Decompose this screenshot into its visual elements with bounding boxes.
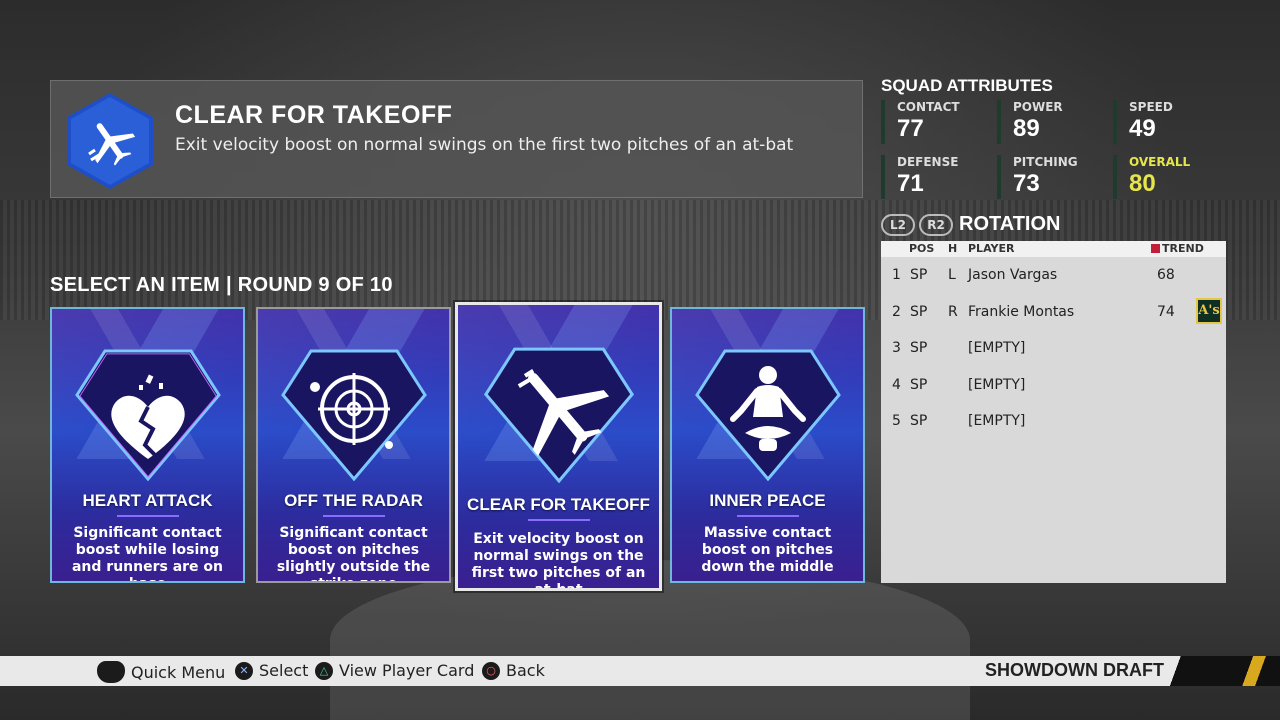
mode-label: SHOWDOWN DRAFT (985, 660, 1164, 680)
header-pos: POS (909, 242, 935, 255)
touchpad-icon (97, 661, 125, 683)
row-player: Frankie Montas (968, 303, 1075, 320)
attr-label: CONTACT (897, 100, 960, 114)
back-hint[interactable]: ○ Back (482, 661, 545, 680)
attr-value: 77 (897, 115, 924, 142)
card-description: Significant contact boost while losing a… (71, 525, 224, 581)
table-row[interactable]: 2 SP R Frankie Montas 74 A's (881, 294, 1226, 331)
table-row[interactable]: 1 SP L Jason Vargas 68 (881, 257, 1226, 294)
trend-flag-icon (1151, 244, 1160, 253)
attr-contact: CONTACT 77 (881, 100, 991, 144)
attr-value: 89 (1013, 115, 1040, 142)
airplane-icon (483, 347, 634, 483)
item-card-inner-peace[interactable]: INNER PEACE Massive contact boost on pit… (670, 307, 865, 583)
row-trend: 68 (1157, 267, 1175, 283)
item-card-heart-attack[interactable]: HEART ATTACK Significant contact boost w… (50, 307, 245, 583)
triangle-button-icon: △ (315, 661, 333, 680)
select-item-title: SELECT AN ITEM | ROUND 9 OF 10 (50, 274, 393, 296)
card-title: HEART ATTACK (82, 491, 213, 510)
quick-menu-label: Quick Menu (131, 662, 226, 682)
table-row[interactable]: 4 SP [EMPTY] (881, 367, 1226, 404)
item-card-clear-for-takeoff[interactable]: CLEAR FOR TAKEOFF Exit velocity boost on… (455, 302, 662, 591)
banner-title: CLEAR FOR TAKEOFF (175, 101, 453, 129)
rotation-table: POS H PLAYER TREND 1 SP L Jason Vargas 6… (881, 241, 1226, 583)
attr-label: POWER (1013, 100, 1063, 114)
row-number: 5 (892, 413, 901, 430)
header-player: PLAYER (968, 242, 1015, 255)
row-trend: 74 (1157, 303, 1175, 320)
row-player: Jason Vargas (968, 267, 1058, 283)
select-hint[interactable]: ✕ Select (235, 661, 308, 680)
row-number: 1 (892, 267, 901, 283)
row-hand: R (948, 303, 958, 320)
header-hand: H (948, 242, 958, 255)
row-pos: SP (910, 340, 928, 357)
attr-label: DEFENSE (897, 155, 959, 169)
row-number: 4 (892, 376, 901, 393)
row-pos: SP (910, 303, 928, 320)
card-divider (116, 515, 179, 517)
squad-attributes-title: SQUAD ATTRIBUTES (881, 76, 1053, 95)
view-player-card-hint[interactable]: △ View Player Card (315, 661, 474, 680)
athletics-logo-icon: A's (1196, 297, 1222, 324)
banner-description: Exit velocity boost on normal swings on … (175, 135, 794, 155)
attr-defense: DEFENSE 71 (881, 155, 991, 199)
card-divider (736, 515, 799, 517)
card-description: Exit velocity boost on normal swings on … (471, 531, 646, 591)
attr-pitching: PITCHING 73 (997, 155, 1107, 199)
select-label: Select (259, 661, 309, 680)
card-title: INNER PEACE (709, 491, 826, 510)
row-hand: L (948, 267, 956, 283)
view-player-card-label: View Player Card (339, 661, 475, 680)
meditation-icon (694, 349, 841, 481)
card-title: CLEAR FOR TAKEOFF (467, 495, 650, 514)
cross-button-icon: ✕ (235, 661, 253, 680)
airplane-icon (67, 93, 153, 189)
radar-target-icon (280, 349, 427, 481)
attr-speed: SPEED 49 (1113, 100, 1223, 144)
attr-value: 73 (1013, 170, 1040, 197)
circle-button-icon: ○ (482, 661, 500, 680)
attr-value: 71 (897, 170, 924, 197)
table-row[interactable]: 5 SP [EMPTY] (881, 403, 1226, 440)
attr-value: 80 (1129, 170, 1156, 197)
r2-button[interactable]: R2 (919, 214, 953, 236)
row-player: [EMPTY] (968, 340, 1026, 357)
card-description: Massive contact boost on pitches down th… (701, 525, 834, 575)
card-description: Significant contact boost on pitches sli… (276, 525, 431, 581)
back-label: Back (506, 661, 545, 680)
attr-label: OVERALL (1129, 155, 1191, 169)
rotation-title: ROTATION (959, 213, 1061, 235)
quick-menu-hint[interactable]: Quick Menu (97, 661, 225, 683)
card-divider (322, 515, 385, 517)
row-pos: SP (910, 413, 928, 430)
item-card-off-the-radar[interactable]: OFF THE RADAR Significant contact boost … (256, 307, 451, 583)
broken-heart-icon (74, 349, 221, 481)
decorative-stripe (1168, 656, 1280, 686)
row-player: [EMPTY] (968, 376, 1026, 393)
header-trend: TREND (1162, 242, 1204, 255)
selected-item-banner: CLEAR FOR TAKEOFF Exit velocity boost on… (50, 80, 863, 198)
bottom-action-bar: Quick Menu ✕ Select △ View Player Card ○… (0, 656, 1280, 686)
card-title: OFF THE RADAR (284, 491, 423, 510)
row-number: 3 (892, 340, 901, 357)
l2-button[interactable]: L2 (881, 214, 915, 236)
attr-label: PITCHING (1013, 155, 1078, 169)
card-divider (527, 519, 590, 521)
table-header: POS H PLAYER TREND (881, 241, 1226, 257)
attr-overall: OVERALL 80 (1113, 155, 1223, 199)
table-row[interactable]: 3 SP [EMPTY] (881, 330, 1226, 367)
attr-value: 49 (1129, 115, 1156, 142)
row-player: [EMPTY] (968, 413, 1026, 430)
row-pos: SP (910, 376, 928, 393)
row-number: 2 (892, 303, 901, 320)
attr-label: SPEED (1129, 100, 1173, 114)
attr-power: POWER 89 (997, 100, 1107, 144)
row-pos: SP (910, 267, 928, 283)
